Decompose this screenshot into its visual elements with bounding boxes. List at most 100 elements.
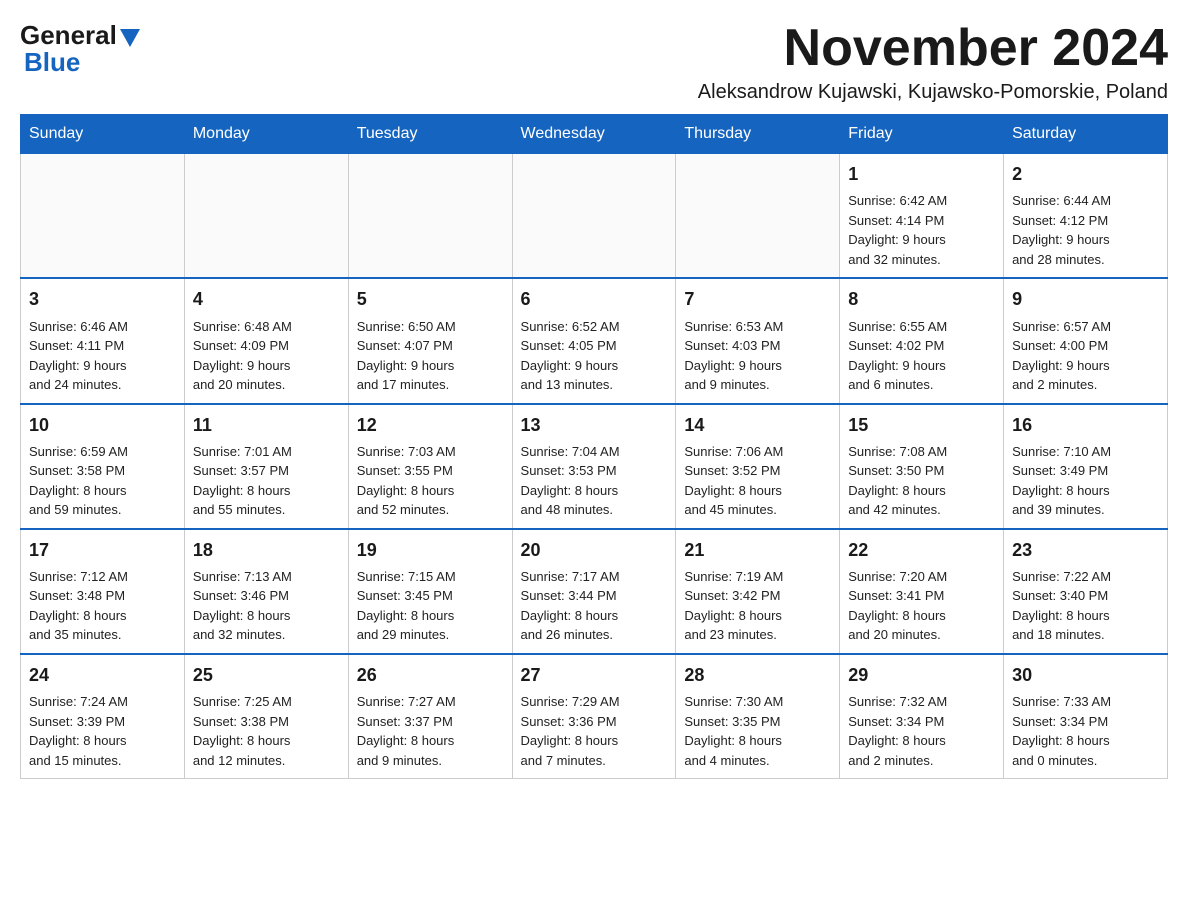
calendar-week-5: 24 Sunrise: 7:24 AM Sunset: 3:39 PM Dayli…: [21, 654, 1168, 779]
day-number: 5: [357, 287, 504, 312]
day-number: 14: [684, 413, 831, 438]
table-row: 1Sunrise: 6:42 AM Sunset: 4:14 PM Daylig…: [840, 154, 1004, 279]
day-info: Sunrise: 7:20 AM Sunset: 3:41 PM Dayligh…: [848, 567, 995, 645]
day-number: 26: [357, 663, 504, 688]
calendar-week-2: 3Sunrise: 6:46 AM Sunset: 4:11 PM Daylig…: [21, 278, 1168, 403]
table-row: 21Sunrise: 7:19 AM Sunset: 3:42 PM Dayli…: [676, 529, 840, 654]
table-row: [21, 154, 185, 279]
location-title: Aleksandrow Kujawski, Kujawsko-Pomorskie…: [698, 81, 1168, 104]
day-info: Sunrise: 7:06 AM Sunset: 3:52 PM Dayligh…: [684, 442, 831, 520]
table-row: 24 Sunrise: 7:24 AM Sunset: 3:39 PM Dayli…: [21, 654, 185, 779]
table-row: 19 Sunrise: 7:15 AM Sunset: 3:45 PM Dayli…: [348, 529, 512, 654]
calendar-week-4: 17Sunrise: 7:12 AM Sunset: 3:48 PM Dayli…: [21, 529, 1168, 654]
calendar-week-3: 10 Sunrise: 6:59 AM Sunset: 3:58 PM Dayli…: [21, 404, 1168, 529]
table-row: 26 Sunrise: 7:27 AM Sunset: 3:37 PM Dayli…: [348, 654, 512, 779]
day-info: Sunrise: 6:55 AM Sunset: 4:02 PM Dayligh…: [848, 317, 995, 395]
page-header: General Blue November 2024 Aleksandrow K…: [20, 20, 1168, 104]
day-info: Sunrise: 6:52 AM Sunset: 4:05 PM Dayligh…: [521, 317, 668, 395]
table-row: 18 Sunrise: 7:13 AM Sunset: 3:46 PM Dayli…: [184, 529, 348, 654]
table-row: 8Sunrise: 6:55 AM Sunset: 4:02 PM Daylig…: [840, 278, 1004, 403]
col-monday: Monday: [184, 115, 348, 154]
table-row: 15Sunrise: 7:08 AM Sunset: 3:50 PM Dayli…: [840, 404, 1004, 529]
day-info: Sunrise: 7:15 AM Sunset: 3:45 PM Dayligh…: [357, 567, 504, 645]
day-info: Sunrise: 7:33 AM Sunset: 3:34 PM Dayligh…: [1012, 692, 1159, 770]
day-info: Sunrise: 6:44 AM Sunset: 4:12 PM Dayligh…: [1012, 191, 1159, 269]
day-number: 19: [357, 538, 504, 563]
day-info: Sunrise: 7:10 AM Sunset: 3:49 PM Dayligh…: [1012, 442, 1159, 520]
col-sunday: Sunday: [21, 115, 185, 154]
table-row: 29 Sunrise: 7:32 AM Sunset: 3:34 PM Dayli…: [840, 654, 1004, 779]
day-info: Sunrise: 6:48 AM Sunset: 4:09 PM Dayligh…: [193, 317, 340, 395]
table-row: 3Sunrise: 6:46 AM Sunset: 4:11 PM Daylig…: [21, 278, 185, 403]
table-row: 10 Sunrise: 6:59 AM Sunset: 3:58 PM Dayli…: [21, 404, 185, 529]
day-info: Sunrise: 7:30 AM Sunset: 3:35 PM Dayligh…: [684, 692, 831, 770]
table-row: 6 Sunrise: 6:52 AM Sunset: 4:05 PM Daylig…: [512, 278, 676, 403]
day-number: 6: [521, 287, 668, 312]
day-number: 20: [521, 538, 668, 563]
day-info: Sunrise: 7:03 AM Sunset: 3:55 PM Dayligh…: [357, 442, 504, 520]
day-number: 13: [521, 413, 668, 438]
table-row: 2 Sunrise: 6:44 AM Sunset: 4:12 PM Daylig…: [1004, 154, 1168, 279]
day-info: Sunrise: 7:19 AM Sunset: 3:42 PM Dayligh…: [684, 567, 831, 645]
table-row: 14 Sunrise: 7:06 AM Sunset: 3:52 PM Dayli…: [676, 404, 840, 529]
day-number: 18: [193, 538, 340, 563]
day-number: 4: [193, 287, 340, 312]
calendar-header-row: Sunday Monday Tuesday Wednesday Thursday…: [21, 115, 1168, 154]
calendar-table: Sunday Monday Tuesday Wednesday Thursday…: [20, 114, 1168, 779]
day-info: Sunrise: 6:42 AM Sunset: 4:14 PM Dayligh…: [848, 191, 995, 269]
day-number: 30: [1012, 663, 1159, 688]
day-info: Sunrise: 7:32 AM Sunset: 3:34 PM Dayligh…: [848, 692, 995, 770]
day-info: Sunrise: 7:22 AM Sunset: 3:40 PM Dayligh…: [1012, 567, 1159, 645]
day-number: 16: [1012, 413, 1159, 438]
day-number: 2: [1012, 162, 1159, 187]
title-block: November 2024 Aleksandrow Kujawski, Kuja…: [698, 20, 1168, 104]
table-row: 25Sunrise: 7:25 AM Sunset: 3:38 PM Dayli…: [184, 654, 348, 779]
day-info: Sunrise: 7:17 AM Sunset: 3:44 PM Dayligh…: [521, 567, 668, 645]
day-info: Sunrise: 7:04 AM Sunset: 3:53 PM Dayligh…: [521, 442, 668, 520]
table-row: 16 Sunrise: 7:10 AM Sunset: 3:49 PM Dayli…: [1004, 404, 1168, 529]
table-row: [512, 154, 676, 279]
day-number: 10: [29, 413, 176, 438]
day-info: Sunrise: 7:24 AM Sunset: 3:39 PM Dayligh…: [29, 692, 176, 770]
table-row: 12Sunrise: 7:03 AM Sunset: 3:55 PM Dayli…: [348, 404, 512, 529]
table-row: [184, 154, 348, 279]
day-info: Sunrise: 7:12 AM Sunset: 3:48 PM Dayligh…: [29, 567, 176, 645]
table-row: 11 Sunrise: 7:01 AM Sunset: 3:57 PM Dayli…: [184, 404, 348, 529]
day-number: 3: [29, 287, 176, 312]
day-number: 11: [193, 413, 340, 438]
table-row: 7 Sunrise: 6:53 AM Sunset: 4:03 PM Daylig…: [676, 278, 840, 403]
day-number: 27: [521, 663, 668, 688]
day-number: 29: [848, 663, 995, 688]
col-wednesday: Wednesday: [512, 115, 676, 154]
day-info: Sunrise: 7:01 AM Sunset: 3:57 PM Dayligh…: [193, 442, 340, 520]
table-row: 17Sunrise: 7:12 AM Sunset: 3:48 PM Dayli…: [21, 529, 185, 654]
table-row: 20 Sunrise: 7:17 AM Sunset: 3:44 PM Dayli…: [512, 529, 676, 654]
day-number: 22: [848, 538, 995, 563]
table-row: 5 Sunrise: 6:50 AM Sunset: 4:07 PM Daylig…: [348, 278, 512, 403]
day-info: Sunrise: 6:59 AM Sunset: 3:58 PM Dayligh…: [29, 442, 176, 520]
day-number: 7: [684, 287, 831, 312]
day-info: Sunrise: 7:08 AM Sunset: 3:50 PM Dayligh…: [848, 442, 995, 520]
table-row: [348, 154, 512, 279]
col-tuesday: Tuesday: [348, 115, 512, 154]
day-info: Sunrise: 6:50 AM Sunset: 4:07 PM Dayligh…: [357, 317, 504, 395]
table-row: 4 Sunrise: 6:48 AM Sunset: 4:09 PM Daylig…: [184, 278, 348, 403]
table-row: [676, 154, 840, 279]
day-number: 28: [684, 663, 831, 688]
table-row: 22 Sunrise: 7:20 AM Sunset: 3:41 PM Dayli…: [840, 529, 1004, 654]
table-row: 23 Sunrise: 7:22 AM Sunset: 3:40 PM Dayli…: [1004, 529, 1168, 654]
day-number: 25: [193, 663, 340, 688]
col-saturday: Saturday: [1004, 115, 1168, 154]
day-number: 23: [1012, 538, 1159, 563]
col-thursday: Thursday: [676, 115, 840, 154]
table-row: 27Sunrise: 7:29 AM Sunset: 3:36 PM Dayli…: [512, 654, 676, 779]
day-info: Sunrise: 6:53 AM Sunset: 4:03 PM Dayligh…: [684, 317, 831, 395]
table-row: 13 Sunrise: 7:04 AM Sunset: 3:53 PM Dayli…: [512, 404, 676, 529]
col-friday: Friday: [840, 115, 1004, 154]
table-row: 30 Sunrise: 7:33 AM Sunset: 3:34 PM Dayli…: [1004, 654, 1168, 779]
day-number: 9: [1012, 287, 1159, 312]
day-info: Sunrise: 7:13 AM Sunset: 3:46 PM Dayligh…: [193, 567, 340, 645]
day-number: 24: [29, 663, 176, 688]
calendar-week-1: 1Sunrise: 6:42 AM Sunset: 4:14 PM Daylig…: [21, 154, 1168, 279]
day-info: Sunrise: 7:27 AM Sunset: 3:37 PM Dayligh…: [357, 692, 504, 770]
